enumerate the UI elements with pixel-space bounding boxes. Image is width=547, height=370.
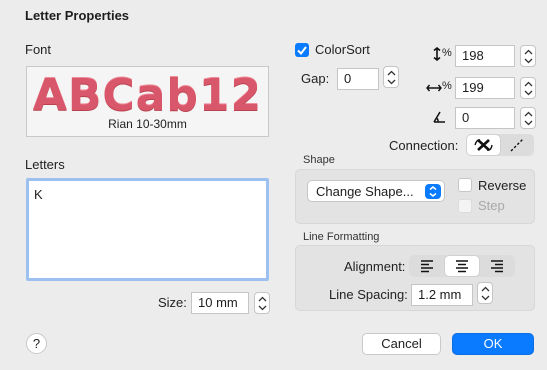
popup-chevron-icon <box>425 184 441 199</box>
angle-stepper[interactable] <box>520 107 536 129</box>
connection-segmented-control <box>466 134 534 156</box>
align-center-button[interactable] <box>445 256 479 276</box>
align-right-icon <box>491 260 503 273</box>
running-stitch-icon <box>510 138 524 152</box>
horizontal-scale-icon <box>426 82 442 92</box>
gap-stepper[interactable] <box>383 66 399 88</box>
alignment-segmented-control <box>409 255 515 277</box>
reverse-label: Reverse <box>478 178 527 193</box>
colorsort-label: ColorSort <box>315 42 370 57</box>
change-shape-popup-value: Change Shape... <box>316 184 414 199</box>
jump-stitch-icon <box>474 139 493 151</box>
connection-jump-button[interactable] <box>467 135 500 155</box>
line-spacing-label: Line Spacing: <box>329 287 408 302</box>
colorsort-checkbox[interactable] <box>295 43 309 57</box>
checkmark-icon <box>297 46 307 56</box>
alignment-label: Alignment: <box>344 259 406 274</box>
vertical-scale-stepper[interactable] <box>520 45 536 67</box>
align-left-icon <box>421 260 433 273</box>
vertical-scale-icon <box>432 46 442 62</box>
font-preview-sample: ABCab12 <box>32 70 263 121</box>
connection-running-button[interactable] <box>501 135 533 155</box>
horizontal-scale-unit: % <box>442 80 452 92</box>
line-spacing-field[interactable]: 1.2 mm <box>411 284 473 306</box>
line-spacing-stepper[interactable] <box>477 282 493 304</box>
angle-icon <box>432 110 446 124</box>
size-label: Size: <box>158 295 187 310</box>
align-center-icon <box>456 260 468 273</box>
step-checkbox[interactable] <box>458 199 472 213</box>
size-field[interactable]: 10 mm <box>191 292 249 314</box>
help-button[interactable]: ? <box>26 333 47 354</box>
font-section-label: Font <box>25 42 52 57</box>
connection-label: Connection: <box>389 138 459 153</box>
font-preview[interactable]: ABCab12 Rian 10-30mm <box>26 66 269 137</box>
vertical-scale-unit: % <box>442 47 452 59</box>
cancel-button[interactable]: Cancel <box>362 333 441 355</box>
align-right-button[interactable] <box>480 256 514 276</box>
line-formatting-group-label: Line Formatting <box>303 231 380 243</box>
align-left-button[interactable] <box>410 256 444 276</box>
horizontal-scale-field[interactable]: 199 <box>455 77 515 99</box>
reverse-checkbox[interactable] <box>458 178 472 192</box>
change-shape-popup[interactable]: Change Shape... <box>307 180 445 202</box>
vertical-scale-field[interactable]: 198 <box>455 45 515 67</box>
letter-properties-dialog: Letter Properties Font ABCab12 Rian 10-3… <box>0 0 547 370</box>
step-label: Step <box>478 198 505 213</box>
shape-group-label: Shape <box>303 154 335 166</box>
angle-field[interactable]: 0 <box>455 107 515 129</box>
letters-text-area[interactable]: K <box>26 178 269 281</box>
letters-section-label: Letters <box>25 157 65 172</box>
horizontal-scale-stepper[interactable] <box>520 77 536 99</box>
dialog-title: Letter Properties <box>25 8 130 23</box>
gap-label: Gap: <box>301 71 330 86</box>
size-stepper[interactable] <box>254 292 270 314</box>
font-name: Rian 10-30mm <box>108 117 187 131</box>
ok-button[interactable]: OK <box>452 333 534 355</box>
gap-field[interactable]: 0 <box>337 68 379 90</box>
